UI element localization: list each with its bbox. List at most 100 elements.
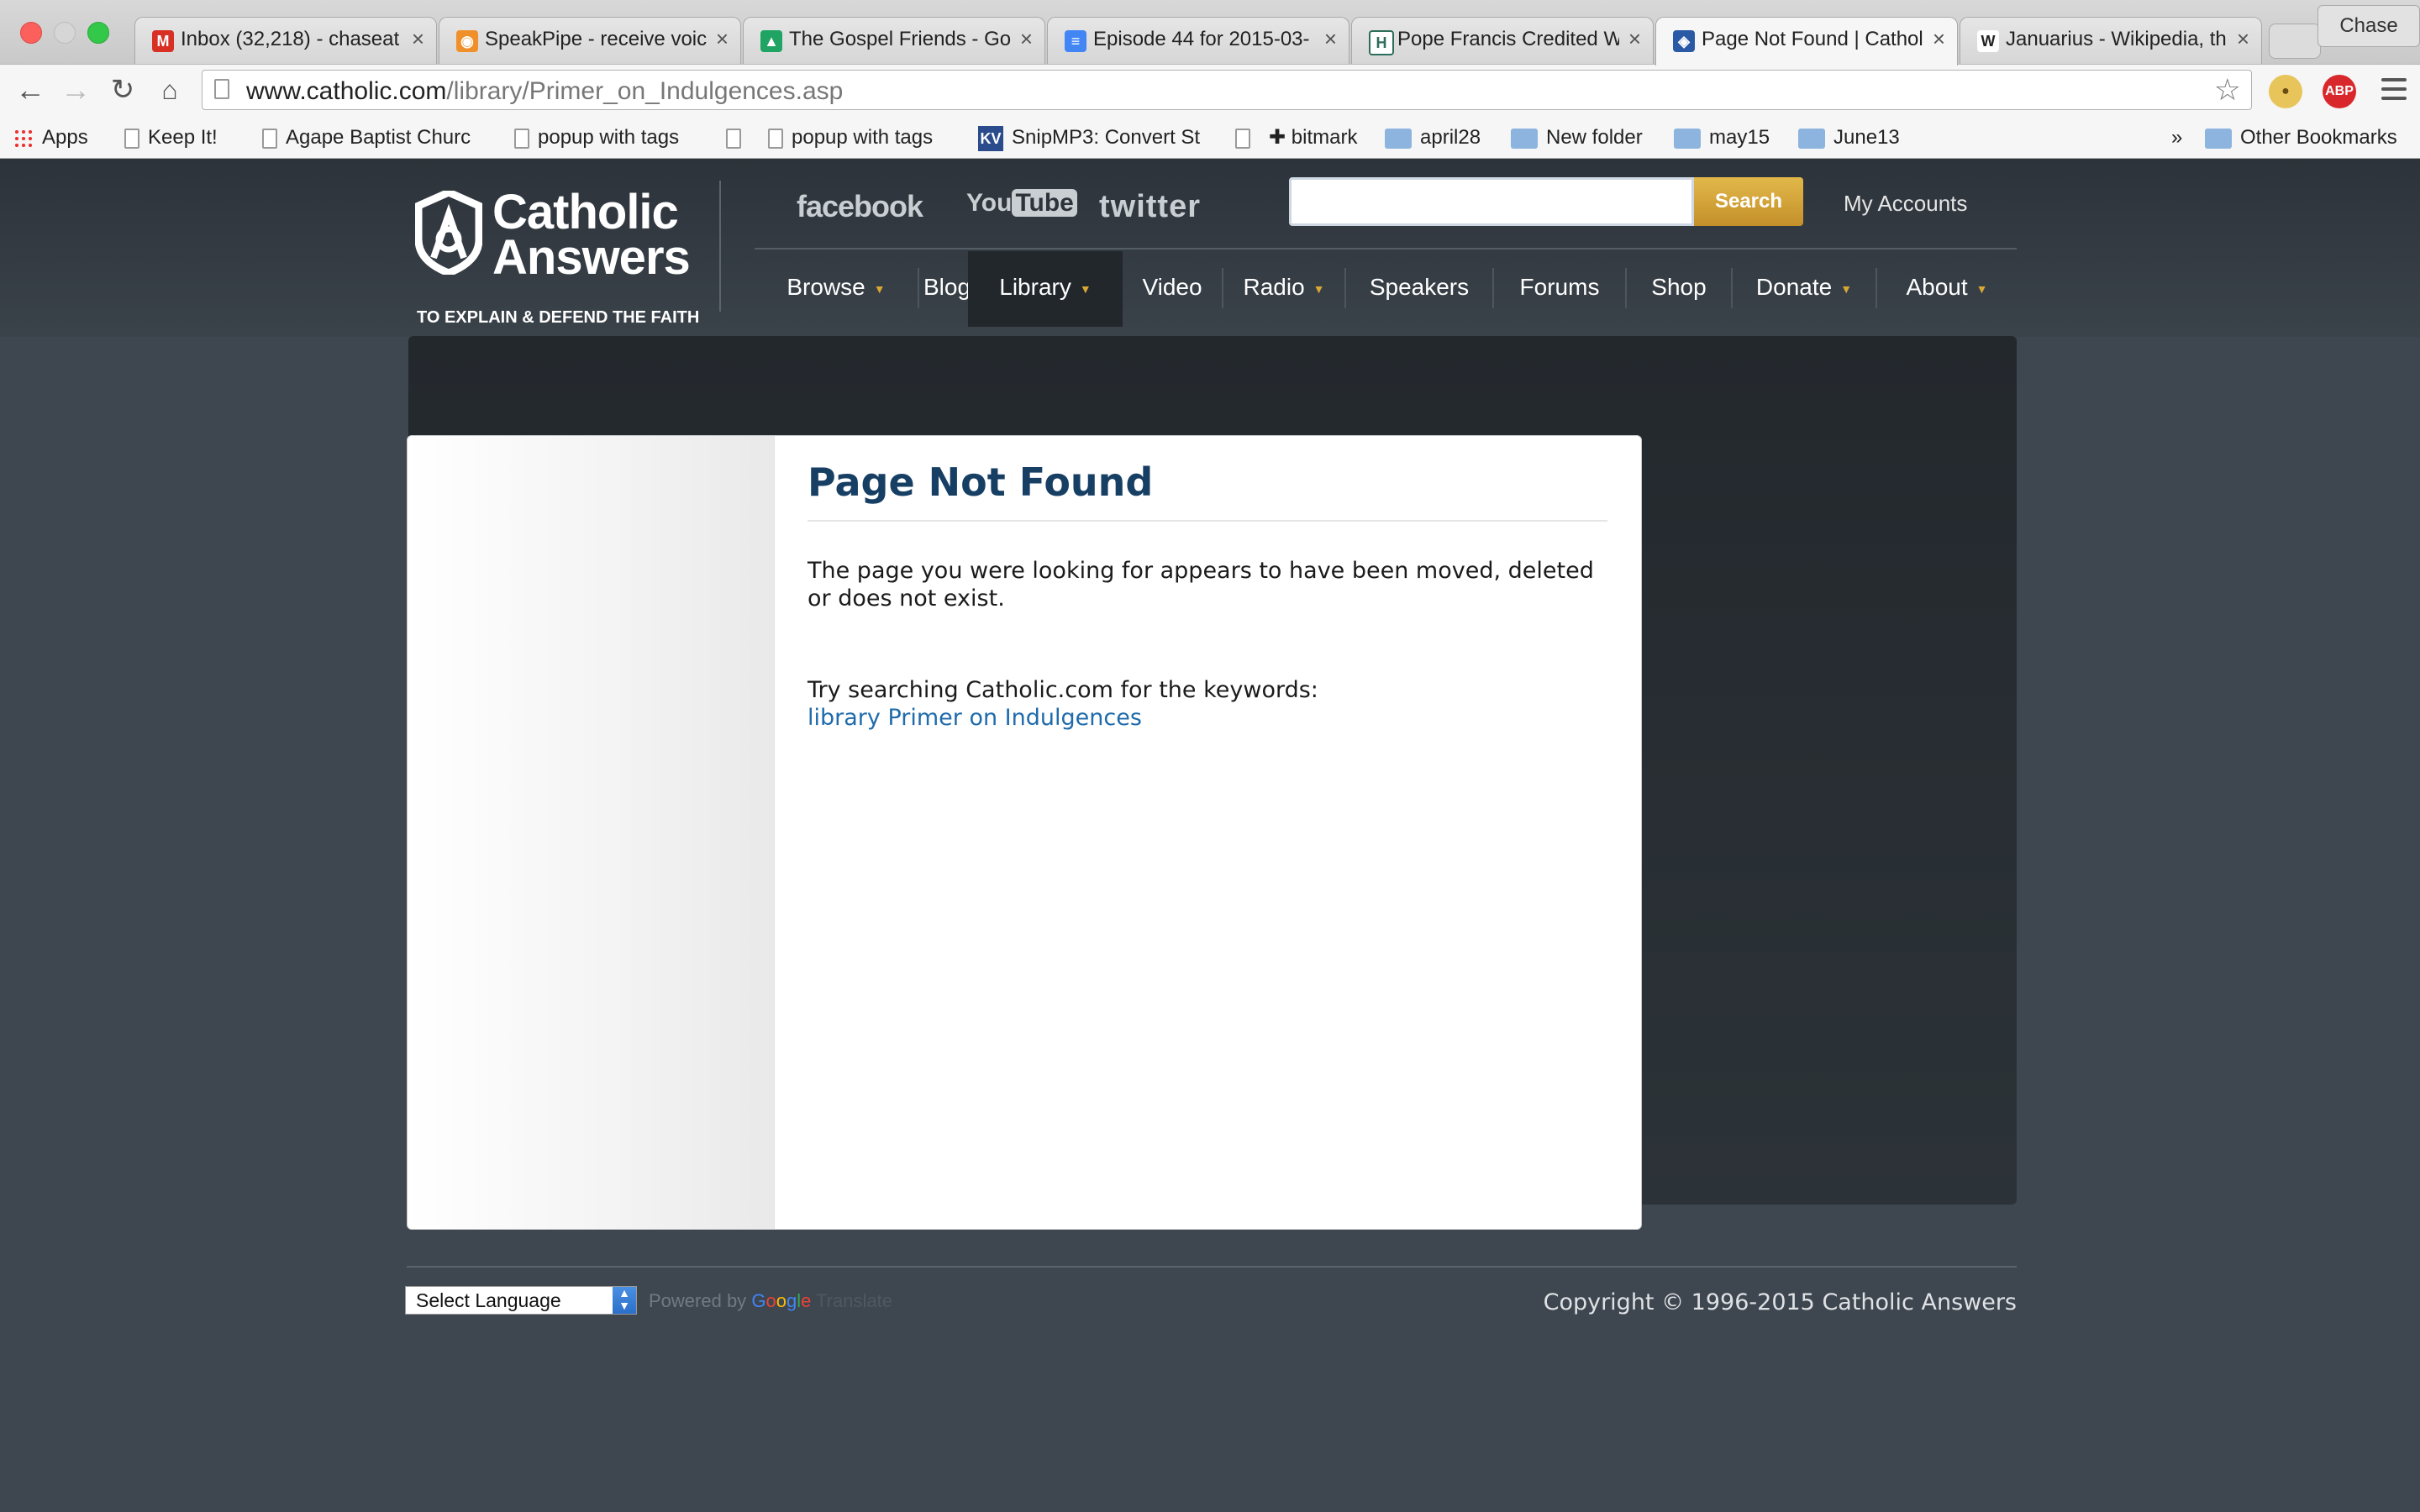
nav-item-library[interactable]: Library ▼	[968, 251, 1123, 327]
google-drive-icon: ▲	[760, 30, 782, 52]
nav-item-video[interactable]: Video	[1123, 251, 1222, 327]
profile-button[interactable]: Chase	[2317, 5, 2420, 47]
extension-basket-icon[interactable]: ●	[2269, 75, 2302, 108]
home-icon[interactable]: ⌂	[151, 71, 188, 108]
tab-close-icon[interactable]: ×	[716, 26, 729, 52]
shield-logo-icon	[415, 191, 482, 275]
bookmark-item[interactable]: June13	[1798, 123, 1900, 153]
catholic-answers-logo[interactable]: Catholic Answers TO EXPLAIN & DEFEND THE…	[415, 184, 699, 327]
tab-close-icon[interactable]: ×	[1933, 26, 1945, 52]
google-translate-attribution: Powered by Google Translate	[649, 1290, 892, 1311]
bookmark-item[interactable]: Agape Baptist Churc	[262, 123, 471, 153]
chevron-down-icon: ▼	[1313, 281, 1325, 296]
nav-item-speakers[interactable]: Speakers	[1346, 251, 1492, 327]
reload-icon[interactable]: ↻	[104, 71, 141, 108]
nav-item-about[interactable]: About ▼	[1877, 251, 2017, 327]
chevron-down-icon: ▼	[1975, 281, 1988, 296]
browser-tab[interactable]: ◉ SpeakPipe - receive voic ×	[439, 17, 741, 64]
browser-tab[interactable]: H Pope Francis Credited W ×	[1351, 17, 1654, 64]
bookmarks-overflow-button[interactable]: »	[2171, 123, 2182, 153]
tab-title: Episode 44 for 2015-03-	[1093, 28, 1310, 50]
page-icon	[768, 128, 783, 149]
google-logo[interactable]: Google	[751, 1290, 811, 1311]
address-bar[interactable]: www.catholic.com/library/Primer_on_Indul…	[202, 70, 2252, 110]
browser-tab[interactable]: M Inbox (32,218) - chaseat ×	[134, 17, 437, 64]
bookmark-item[interactable]: New folder	[1511, 123, 1643, 153]
close-window-button[interactable]	[20, 22, 42, 44]
folder-icon	[1385, 128, 1412, 149]
header-divider	[719, 181, 721, 312]
tab-title: Page Not Found | Cathol	[1702, 28, 1923, 50]
bookmark-item[interactable]: KV SnipMP3: Convert St	[978, 123, 1200, 153]
speakpipe-icon: ◉	[456, 30, 478, 52]
browser-tab[interactable]: ◈ Page Not Found | Cathol ×	[1655, 17, 1958, 66]
nav-item-browse[interactable]: Browse ▼	[755, 251, 918, 327]
back-arrow-icon[interactable]: ←	[12, 71, 49, 108]
twitter-link[interactable]: twitter	[1099, 189, 1201, 225]
bookmark-item[interactable]: april28	[1385, 123, 1481, 153]
site-search-input[interactable]	[1289, 177, 1694, 226]
search-button[interactable]: Search	[1694, 177, 1803, 226]
new-tab-button[interactable]	[2269, 24, 2321, 59]
bookmark-label: Apps	[42, 126, 88, 149]
chrome-menu-icon[interactable]	[2381, 78, 2407, 106]
bookmark-star-icon[interactable]: ☆	[2214, 72, 2241, 108]
translate-link[interactable]: Translate	[816, 1290, 892, 1311]
nav-item-label: Blog	[923, 274, 971, 300]
bookmark-item[interactable]: ✚ bitmark	[1269, 123, 1357, 153]
nav-item-label: Video	[1142, 274, 1202, 300]
page-icon	[124, 128, 139, 149]
browser-tab[interactable]: W Januarius - Wikipedia, th ×	[1960, 17, 2262, 64]
logo-text-answers: Answers	[492, 230, 691, 285]
language-select[interactable]: Select Language ▲ ▼	[405, 1286, 637, 1315]
other-bookmarks-folder[interactable]: Other Bookmarks	[2205, 123, 2397, 153]
facebook-link[interactable]: facebook	[797, 189, 923, 224]
tab-close-icon[interactable]: ×	[1020, 26, 1033, 52]
tab-close-icon[interactable]: ×	[412, 26, 424, 52]
nav-item-radio[interactable]: Radio ▼	[1223, 251, 1344, 327]
keywords-search-link[interactable]: library Primer on Indulgences	[808, 704, 1607, 732]
nav-item-donate[interactable]: Donate ▼	[1733, 251, 1876, 327]
bookmark-item[interactable]: popup with tags	[768, 123, 933, 153]
bookmark-item[interactable]: Apps	[13, 123, 88, 153]
tab-title: Pope Francis Credited W	[1397, 28, 1619, 50]
h-icon: H	[1369, 30, 1394, 55]
tab-title: SpeakPipe - receive voic	[485, 28, 707, 50]
bookmark-item[interactable]	[1235, 123, 1259, 153]
adblock-plus-icon[interactable]: ABP	[2323, 75, 2356, 108]
nav-item-label: Speakers	[1369, 274, 1470, 300]
select-arrows-icon: ▲ ▼	[613, 1287, 636, 1314]
nav-item-label: Forums	[1519, 274, 1600, 300]
bookmark-item[interactable]: may15	[1674, 123, 1770, 153]
browser-tab[interactable]: ≡ Episode 44 for 2015-03- ×	[1047, 17, 1349, 64]
tab-close-icon[interactable]: ×	[1324, 26, 1337, 52]
page-icon	[214, 79, 229, 99]
tab-close-icon[interactable]: ×	[2237, 26, 2249, 52]
youtube-link[interactable]: You Tube	[966, 189, 1077, 218]
bookmark-item[interactable]	[726, 123, 750, 153]
bookmark-label: Keep It!	[148, 126, 218, 149]
nav-item-label: Shop	[1651, 274, 1707, 300]
nav-item-blog[interactable]: Blog	[919, 251, 975, 327]
nav-item-forums[interactable]: Forums	[1494, 251, 1625, 327]
bookmark-item[interactable]: Keep It!	[124, 123, 218, 153]
browser-tab[interactable]: ▲ The Gospel Friends - Go ×	[743, 17, 1045, 64]
tab-title: Inbox (32,218) - chaseat	[181, 28, 400, 50]
bookmark-item[interactable]: popup with tags	[514, 123, 679, 153]
zoom-window-button[interactable]	[87, 22, 109, 44]
bookmark-label: popup with tags	[538, 126, 680, 149]
my-accounts-link[interactable]: My Accounts	[1844, 191, 1967, 217]
bookmark-label: June13	[1833, 126, 1900, 149]
nav-divider-line	[755, 248, 2017, 249]
page-icon	[726, 128, 741, 149]
minimize-window-button[interactable]	[54, 22, 76, 44]
logo-tagline: TO EXPLAIN & DEFEND THE FAITH	[417, 308, 700, 327]
wikipedia-icon: W	[1977, 30, 1999, 52]
nav-item-shop[interactable]: Shop	[1627, 251, 1731, 327]
left-sidebar-panel	[408, 436, 775, 1229]
tab-close-icon[interactable]: ×	[1628, 26, 1641, 52]
forward-arrow-icon[interactable]: →	[57, 71, 94, 108]
catholic-answers-icon: ◈	[1673, 30, 1695, 52]
not-found-message: The page you were looking for appears to…	[808, 558, 1594, 612]
chevron-down-icon: ▼	[873, 281, 886, 296]
